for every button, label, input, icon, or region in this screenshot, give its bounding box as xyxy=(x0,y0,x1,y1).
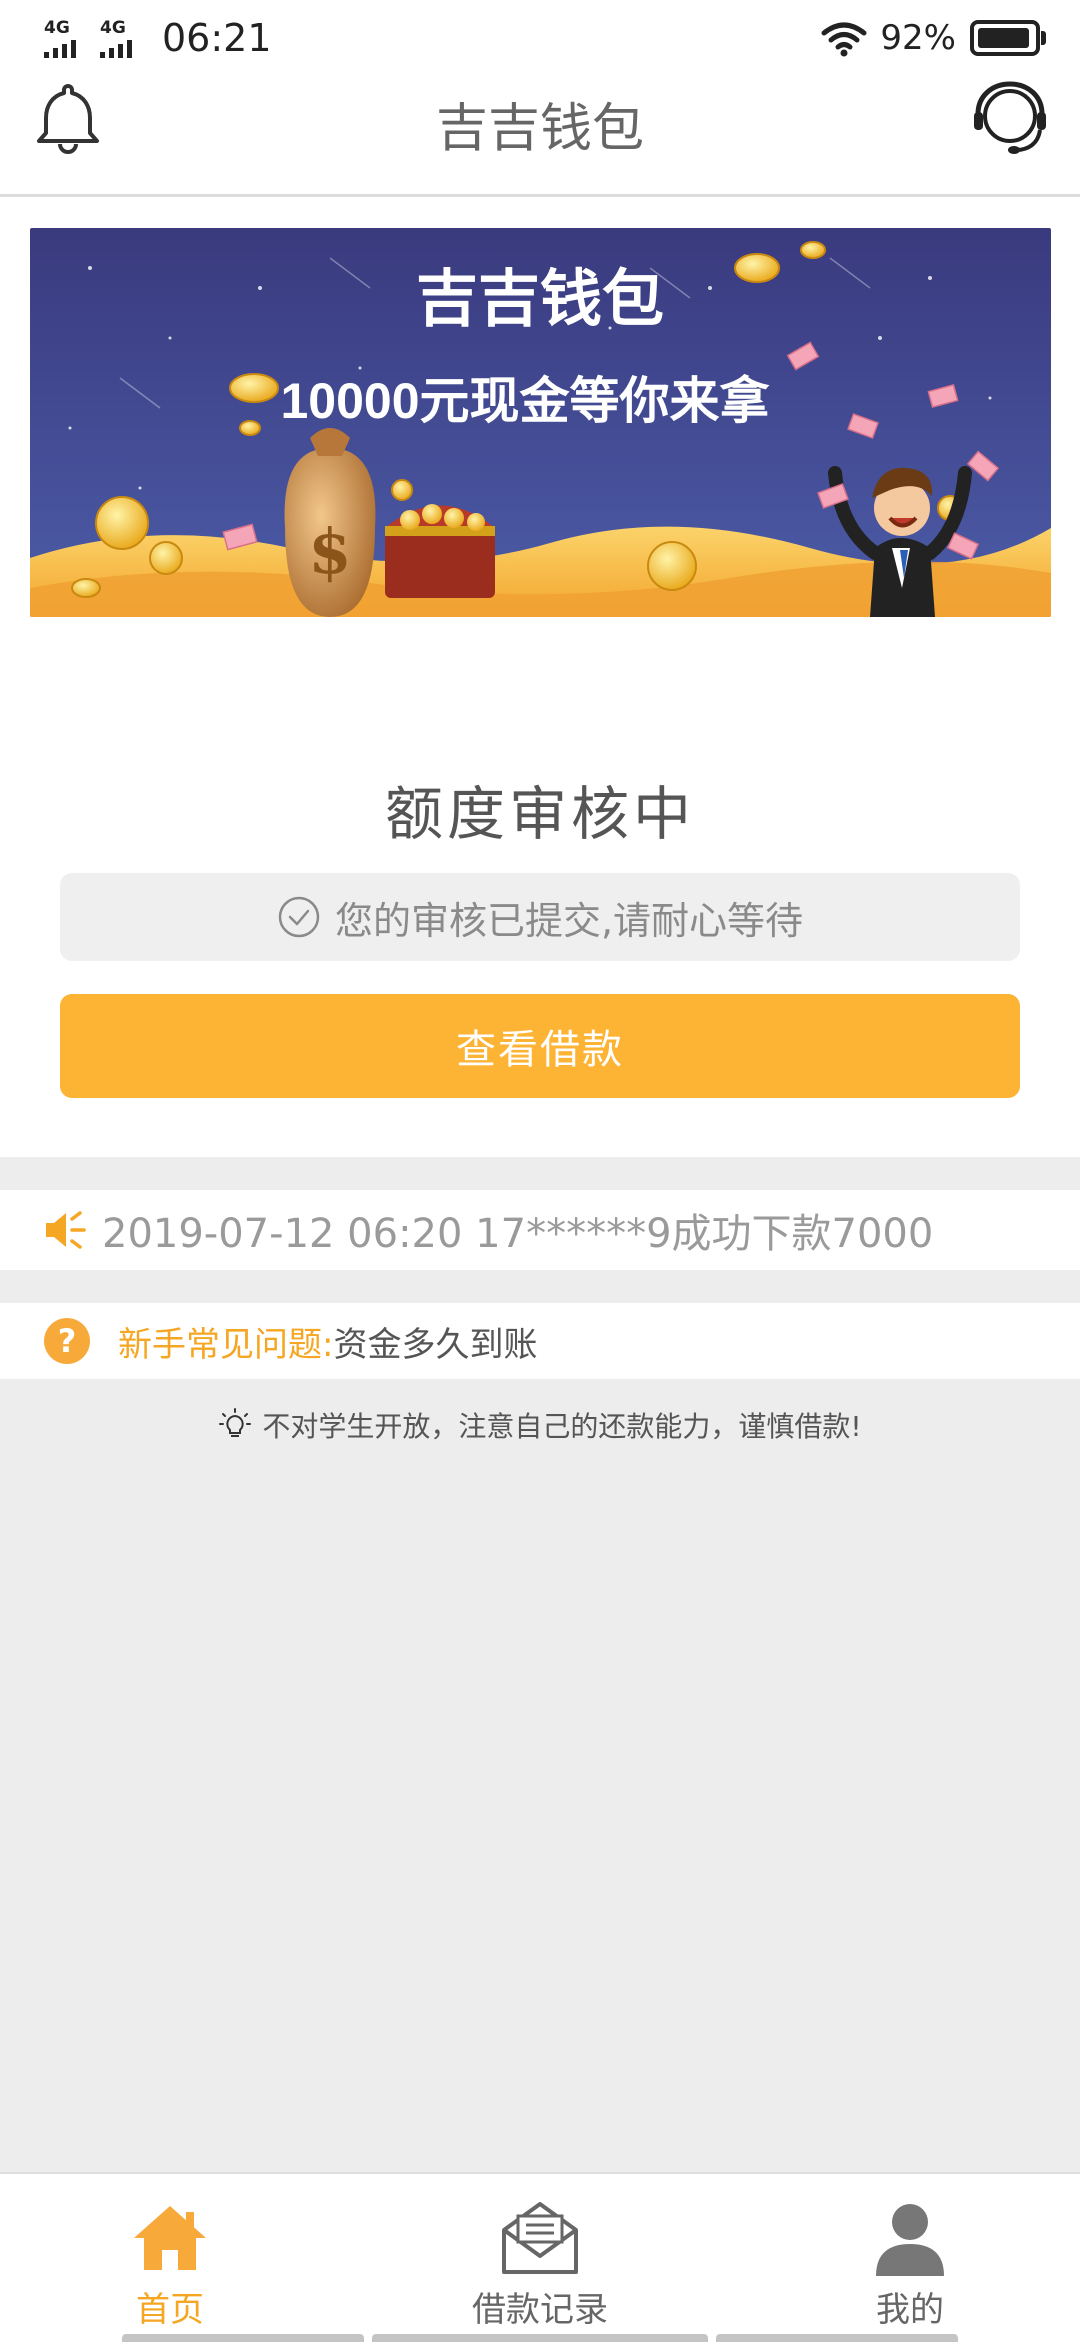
wifi-icon xyxy=(821,22,867,57)
status-bar: 4G 4G 06:21 92% xyxy=(0,0,1080,72)
status-bar-right: 92% xyxy=(820,18,1046,58)
nav-label-loan-records: 借款记录 xyxy=(472,2290,608,2330)
bottom-nav: 首页 借款记录 我的 xyxy=(0,2172,1080,2342)
faq-row[interactable]: ? 新手常见问题: 资金多久到账 xyxy=(0,1303,1080,1379)
home-icon xyxy=(134,2206,206,2270)
nav-item-loan-records[interactable]: 借款记录 xyxy=(440,2174,640,2342)
review-notice: 您的审核已提交,请耐心等待 xyxy=(60,873,1020,961)
clock: 06:21 xyxy=(162,16,272,60)
app-header: 吉吉钱包 xyxy=(0,72,1080,197)
review-notice-text: 您的审核已提交,请耐心等待 xyxy=(334,898,804,943)
main-card: $ 吉吉钱包 10000元现金等你来拿 额度审核中 您的审核已提交,请耐心等待 … xyxy=(0,197,1080,1157)
svg-text:$: $ xyxy=(308,515,351,588)
user-icon xyxy=(876,2204,944,2276)
battery-percent: 92% xyxy=(880,18,956,58)
home-indicator xyxy=(372,2334,708,2342)
nav-label-me: 我的 xyxy=(876,2290,944,2330)
banner-title: 吉吉钱包 xyxy=(416,265,664,334)
network-type-2: 4G xyxy=(100,18,126,38)
banner-subtitle: 10000元现金等你来拿 xyxy=(280,373,769,429)
review-status-title: 额度审核中 xyxy=(384,780,695,848)
battery-icon xyxy=(970,20,1046,56)
loan-ticker: 2019-07-12 06:20 17******9成功下款7000 xyxy=(0,1190,1080,1270)
faq-question-link[interactable]: 资金多久到账 xyxy=(333,1317,537,1366)
ticker-text: 2019-07-12 06:20 17******9成功下款7000 xyxy=(102,1211,934,1257)
nav-item-me[interactable]: 我的 xyxy=(840,2174,980,2342)
signal-icon: 4G xyxy=(100,16,150,60)
page-title: 吉吉钱包 xyxy=(435,99,644,159)
signal-icon: 4G xyxy=(44,16,94,60)
customer-service-icon[interactable] xyxy=(968,76,1052,160)
nav-label-home: 首页 xyxy=(136,2290,204,2330)
promo-banner[interactable]: $ 吉吉钱包 10000元现金等你来拿 xyxy=(30,228,1051,617)
view-loan-button[interactable]: 查看借款 xyxy=(60,994,1020,1098)
lightbulb-icon xyxy=(219,1408,252,1437)
check-circle-icon xyxy=(278,896,320,938)
nav-item-home[interactable]: 首页 xyxy=(100,2174,240,2342)
status-bar-left: 4G 4G 06:21 xyxy=(44,16,272,60)
mail-icon xyxy=(502,2202,578,2274)
warning-text: 不对学生开放，注意自己的还款能力，谨慎借款! xyxy=(262,1410,862,1443)
banner-illustration: $ 吉吉钱包 10000元现金等你来拿 xyxy=(30,228,1051,617)
question-icon: ? xyxy=(44,1318,90,1364)
home-indicator xyxy=(716,2334,958,2342)
speaker-icon xyxy=(46,1211,86,1249)
warning-note: 不对学生开放，注意自己的还款能力，谨慎借款! xyxy=(0,1405,1080,1445)
home-indicator xyxy=(122,2334,364,2342)
faq-label: 新手常见问题: xyxy=(118,1324,334,1365)
network-type-1: 4G xyxy=(44,18,70,38)
